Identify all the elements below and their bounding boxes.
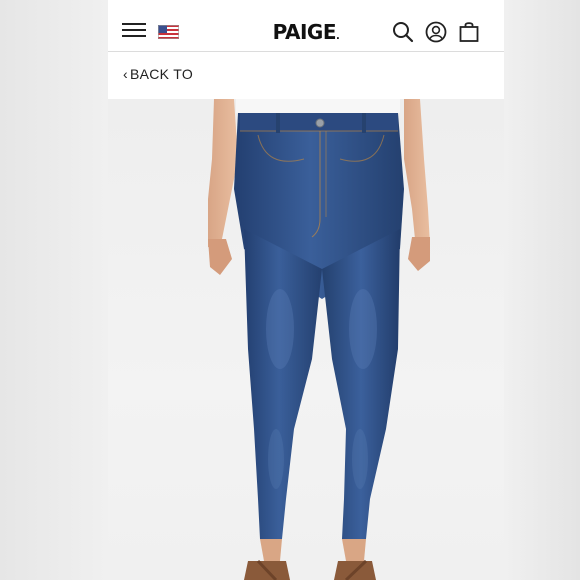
page-backdrop-left — [0, 0, 108, 580]
chevron-left-icon: ‹ — [123, 66, 128, 82]
header-divider — [108, 51, 504, 52]
shopping-bag-icon[interactable] — [458, 21, 480, 43]
product-image[interactable] — [108, 99, 504, 580]
jeans-photo — [208, 99, 430, 580]
back-to-label: BACK TO — [129, 66, 194, 82]
back-to-link[interactable]: ‹ BACK TO — [123, 66, 193, 82]
page-backdrop-right — [504, 0, 580, 580]
site-header: PAIGE. — [108, 8, 504, 50]
account-icon[interactable] — [425, 21, 447, 43]
search-icon[interactable] — [392, 21, 414, 43]
mobile-page: PAIGE. ‹ BACK TO — [108, 0, 504, 580]
